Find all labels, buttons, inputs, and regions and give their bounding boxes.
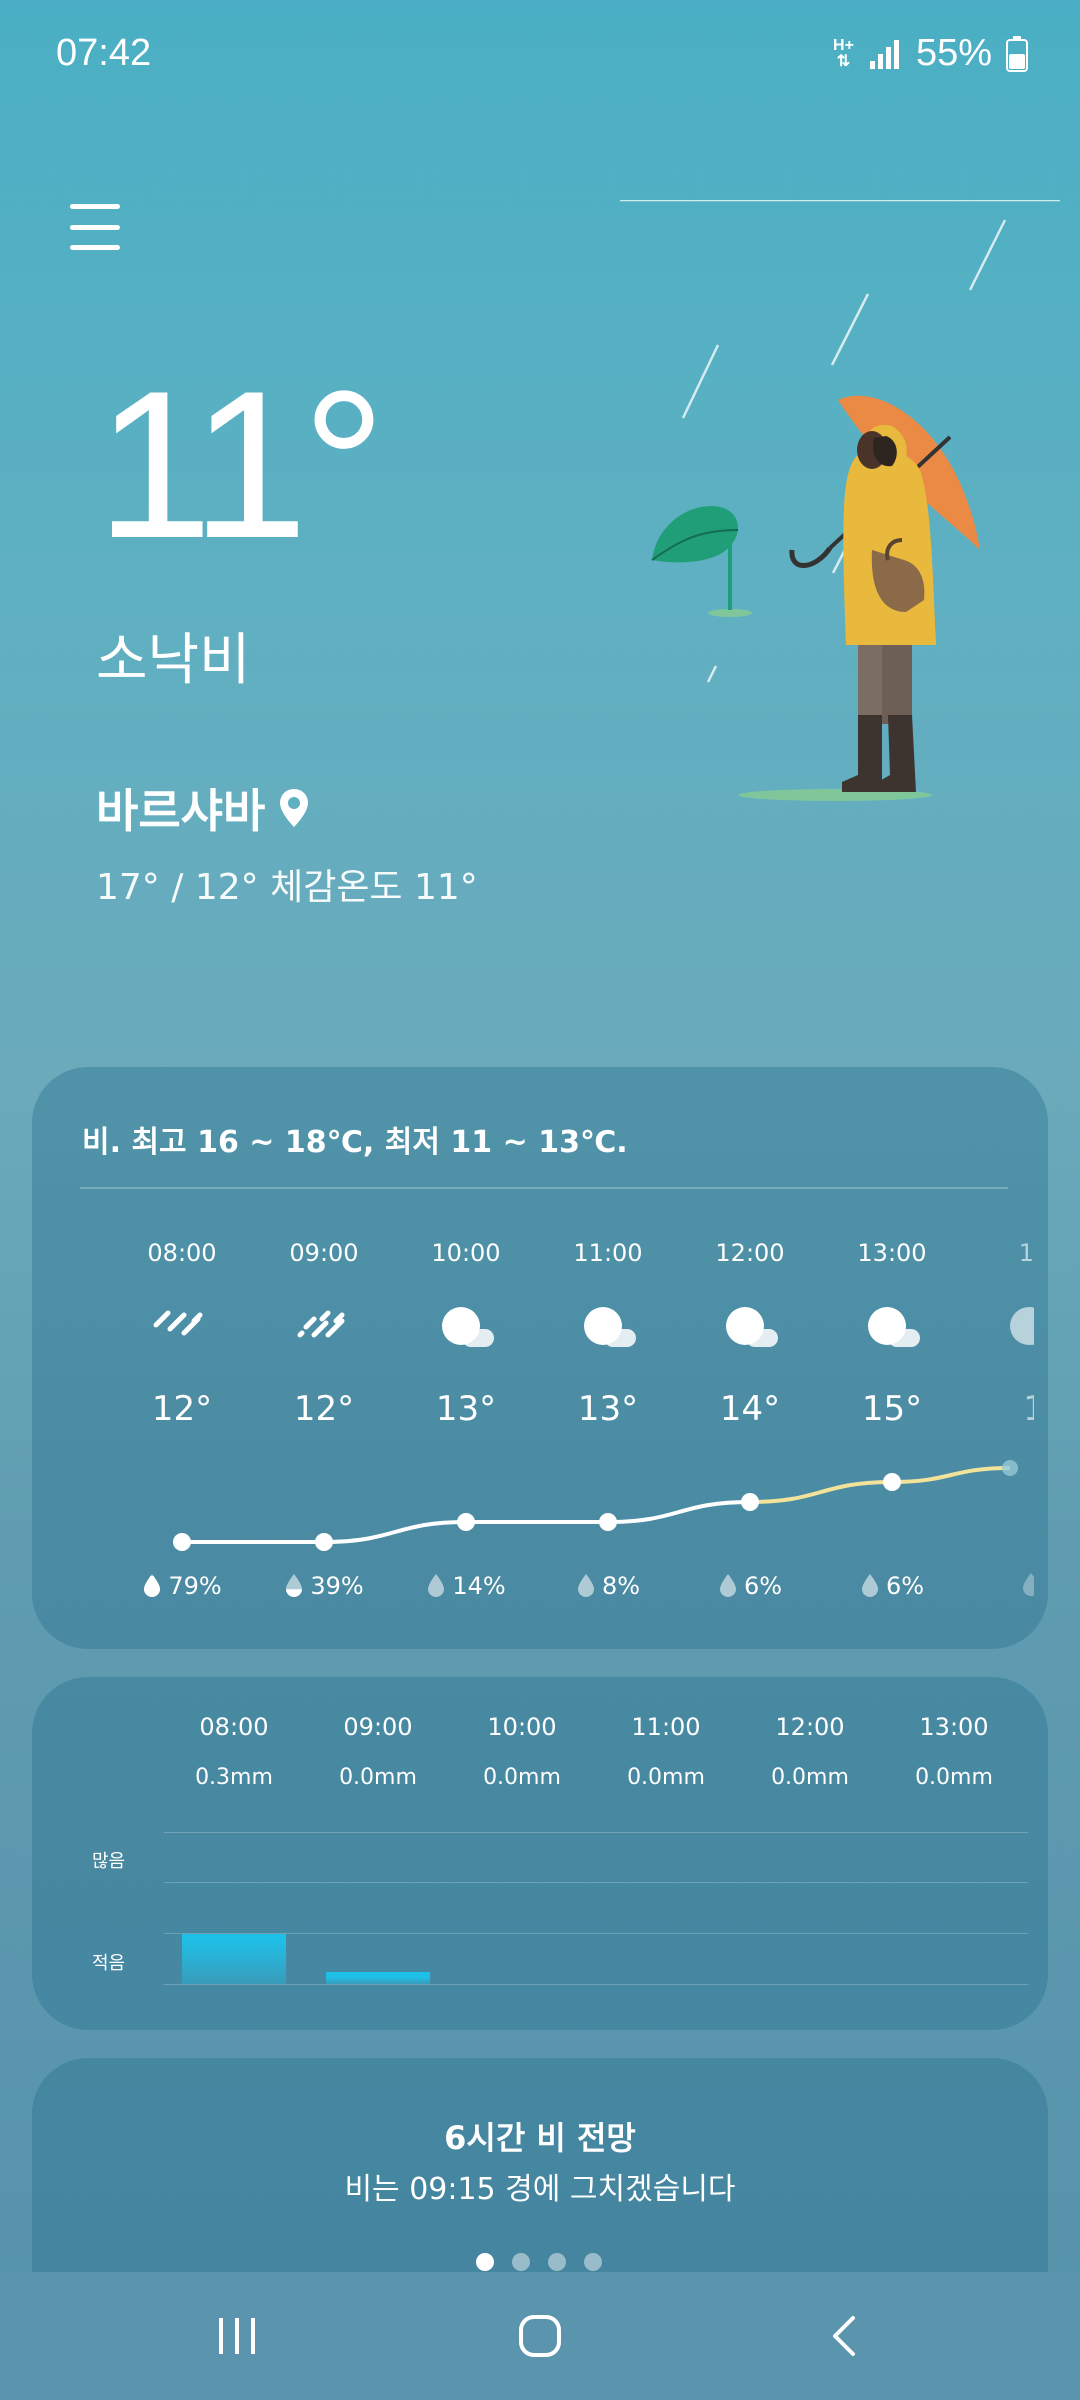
rain-outlook-description: 비는 09:15 경에 그치겠습니다 [344,2172,736,2207]
level-high-label: 많음 [92,1851,126,1872]
navigation-bar [0,2272,1080,2400]
precip-hour-time: 08:00 [199,1713,269,1741]
gridline [164,1933,1028,1934]
location-row[interactable]: 바르샤바 [96,775,309,841]
precipitation-card[interactable]: 08:00 0.3mm 09:00 0.0mm 10:00 0.0mm 11:00 0.0mm… [32,1677,1048,2030]
page-dot[interactable] [548,2253,566,2271]
precip-hour-time: 10:00 [487,1713,557,1741]
precip-hour-time: 11:00 [631,1713,701,1741]
battery-icon [1006,35,1028,72]
precip-amount: 0.0mm [771,1765,849,1790]
battery-percent: 55% [915,32,992,74]
page-dot[interactable] [476,2253,494,2271]
precip-hour-time: 12:00 [775,1713,845,1741]
hi-lo-feels-like: 17° / 12° 체감온도 11° [96,867,478,908]
page-dot[interactable] [584,2253,602,2271]
hourly-forecast-card[interactable]: 비. 최고 16 ~ 18℃, 최저 11 ~ 13℃. 08:00 12° 79%… [32,1067,1048,1649]
back-button[interactable] [823,2314,867,2358]
menu-icon-bar [70,245,120,250]
precip-amount: 0.0mm [483,1765,561,1790]
gridline [164,1984,1028,1985]
precip-bar [326,1972,430,1984]
network-type-icon: H+ ⇅ [833,36,854,70]
status-indicators: H+ ⇅ 55% [833,32,1028,75]
current-temperature: 11° [96,347,386,582]
home-button[interactable] [518,2314,562,2358]
weather-condition: 소낙비 [96,628,251,693]
rain-outlook-title: 6시간 비 전망 [444,2119,636,2157]
precip-amount: 0.3mm [195,1765,273,1790]
location-pin-icon [280,789,309,827]
precip-amount: 0.0mm [627,1765,705,1790]
gridline [164,1832,1028,1833]
temperature-curve [173,1460,1018,1551]
gridline [164,1882,1028,1883]
precip-bar [182,1934,286,1984]
temperature-point [883,1473,901,1491]
rain-illustration [620,200,1060,801]
temperature-point [741,1493,759,1511]
temperature-point [599,1513,617,1531]
temperature-point [315,1533,333,1551]
menu-icon-bar [70,204,120,209]
status-time: 07:42 [56,32,152,74]
precip-amount: 0.0mm [915,1765,993,1790]
menu-button[interactable] [70,204,120,250]
level-low-label: 적음 [92,1953,126,1974]
temperature-point [1002,1460,1018,1476]
temperature-point [457,1513,475,1531]
precip-amount: 0.0mm [339,1765,417,1790]
menu-icon-bar [70,224,120,230]
recent-apps-button[interactable] [215,2314,259,2358]
precip-hour-time: 09:00 [343,1713,413,1741]
precip-hour-time: 13:00 [919,1713,989,1741]
signal-icon [869,39,899,69]
location-name: 바르샤바 [96,784,266,838]
page-dot[interactable] [512,2253,530,2271]
network-type-label: H+ [833,36,854,54]
temperature-point [173,1533,191,1551]
